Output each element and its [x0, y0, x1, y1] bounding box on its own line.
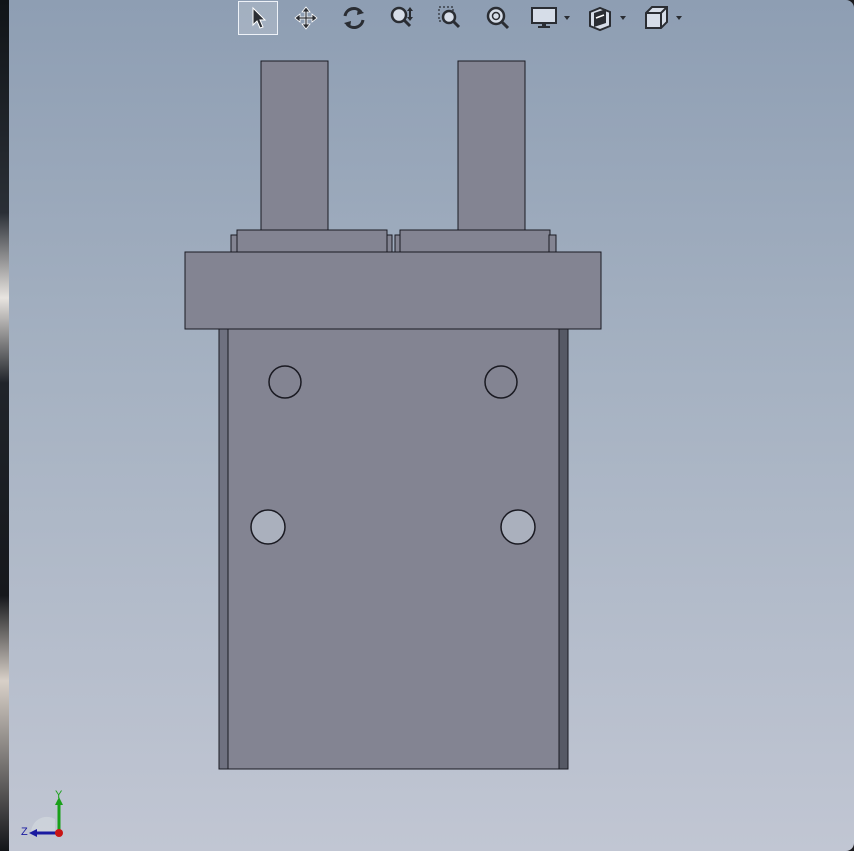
- left-jaw-tab: [386, 234, 393, 253]
- right-finger[interactable]: [457, 60, 526, 232]
- mounting-hole[interactable]: [268, 365, 302, 399]
- reference-triad: Y Z: [21, 789, 63, 838]
- mounting-hole[interactable]: [500, 509, 536, 545]
- triad-z-label: Z: [21, 826, 28, 838]
- body-side-right: [558, 328, 569, 770]
- triad-y-label: Y: [55, 789, 63, 801]
- mounting-hole[interactable]: [250, 509, 286, 545]
- top-plate[interactable]: [184, 251, 602, 330]
- x-axis-dot: [55, 829, 63, 837]
- mounting-hole[interactable]: [484, 365, 518, 399]
- right-jaw-tab: [394, 234, 401, 253]
- background-window-strip: [0, 0, 9, 851]
- gripper-model[interactable]: [9, 0, 854, 851]
- right-jaw[interactable]: [399, 229, 551, 253]
- graphics-viewport[interactable]: Y Z: [9, 0, 854, 851]
- body-side-left: [218, 328, 229, 770]
- left-finger[interactable]: [260, 60, 329, 232]
- right-jaw-side: [548, 234, 557, 253]
- left-jaw[interactable]: [236, 229, 388, 253]
